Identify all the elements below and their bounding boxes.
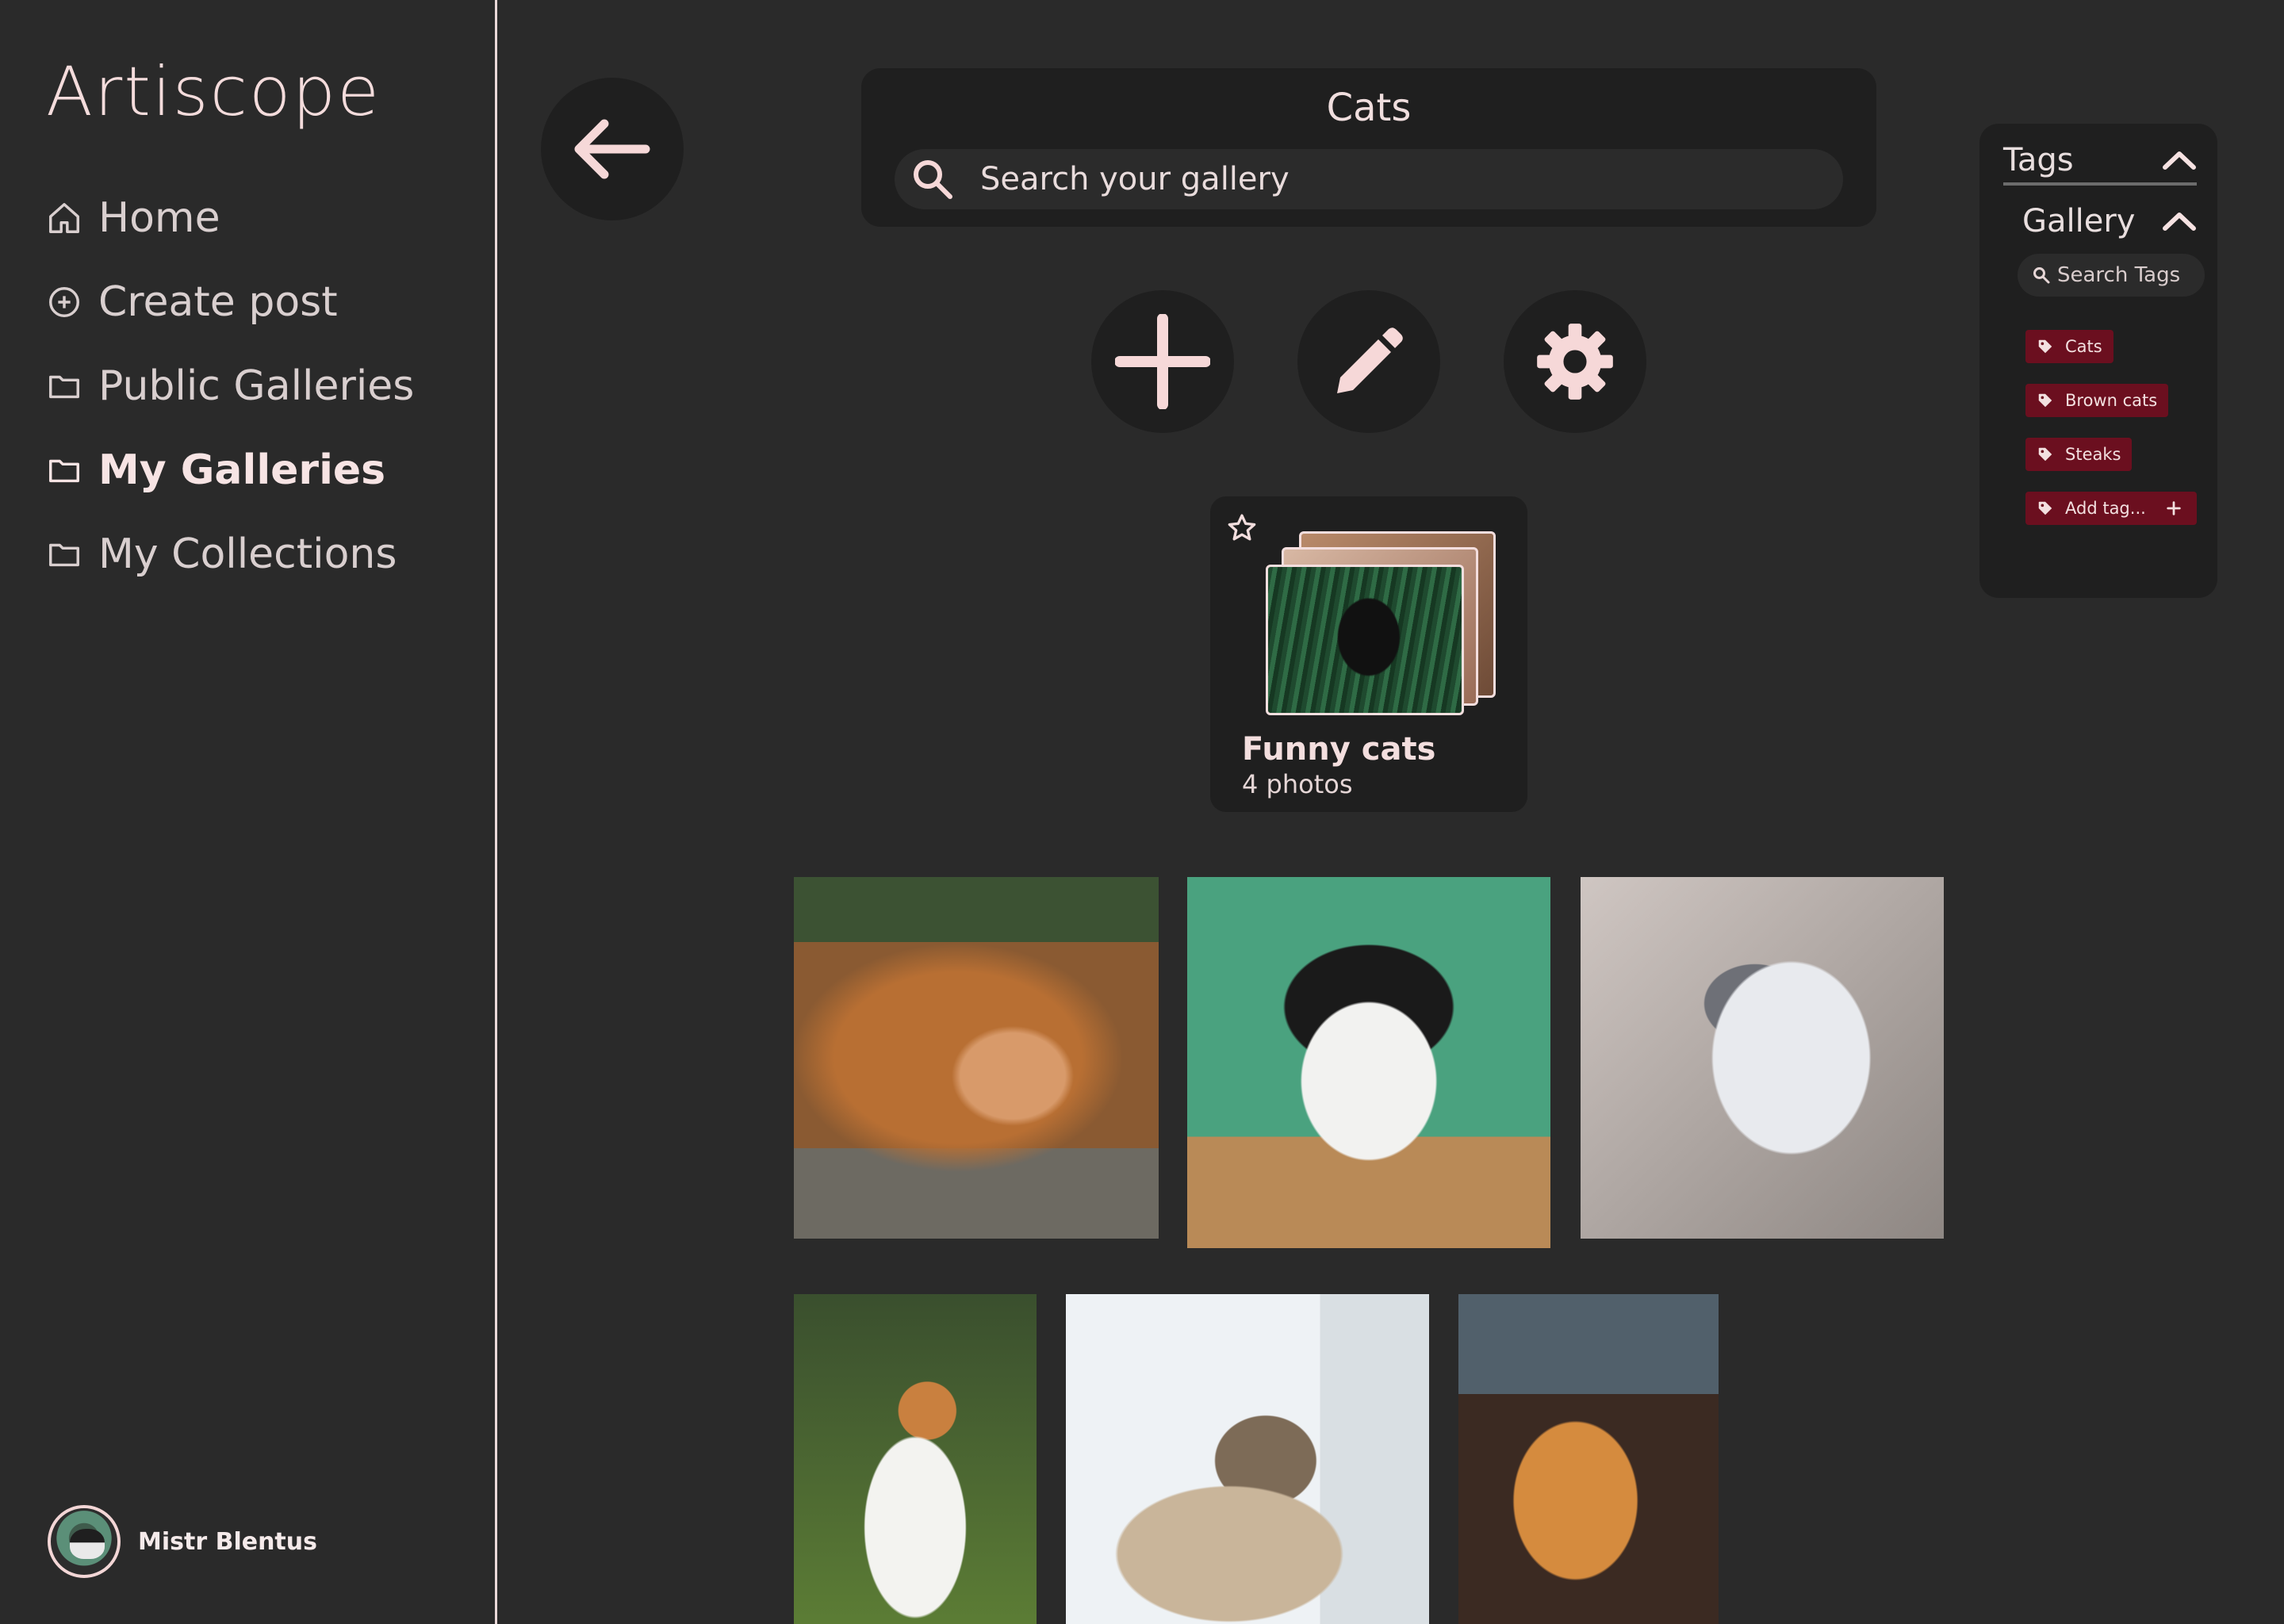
avatar[interactable] [48,1505,121,1578]
username: Mistr Blentus [138,1527,317,1556]
add-tag-label: Add tag... [2065,499,2146,518]
subgallery-thumbnails [1266,531,1496,722]
back-arrow-icon [574,119,650,179]
tag-icon [2038,447,2052,462]
photo-item[interactable] [1581,877,1944,1239]
gallery-section-title: Gallery [2022,203,2136,239]
photo-item[interactable] [794,877,1159,1239]
tags-panel: Tags Gallery Cats B [1979,124,2217,598]
sidebar-item-home[interactable]: Home [46,176,414,260]
chevron-up-icon[interactable] [2162,148,2197,172]
star-icon[interactable] [1226,512,1258,544]
photo-item[interactable] [1187,877,1550,1248]
photo-item[interactable] [1458,1294,1719,1624]
settings-button[interactable] [1504,290,1646,433]
search-icon [2033,267,2050,284]
tag-icon [2038,339,2052,354]
gallery-header: Cats [861,68,1876,227]
tag-label: Cats [2065,337,2102,356]
sidebar-nav: Home Create post Public Galleries My Gal… [46,176,414,596]
gallery-section-header[interactable]: Gallery [2022,195,2197,247]
sidebar-item-label: My Collections [98,530,397,578]
tags-title: Tags [2003,142,2074,178]
sidebar-item-create-post[interactable]: Create post [46,260,414,344]
tag-icon [2038,393,2052,408]
user-profile[interactable]: Mistr Blentus [48,1505,317,1578]
home-icon [49,203,79,233]
folder-icon [49,375,79,399]
thumbnail [1266,565,1464,715]
pencil-icon [1337,327,1403,393]
folder-icon [49,459,79,483]
tag-chip[interactable]: Steaks [2025,438,2133,471]
tag-search[interactable] [2018,254,2205,297]
sidebar: Artiscope Home Create post Public Galler… [0,0,497,1624]
tag-label: Steaks [2065,445,2121,464]
plus-icon [1115,314,1210,409]
search-input[interactable] [980,149,1843,209]
sidebar-item-public-galleries[interactable]: Public Galleries [46,344,414,428]
tags-header[interactable]: Tags [2003,138,2197,186]
tag-chip[interactable]: Brown cats [2025,384,2169,417]
subgallery-title: Funny cats [1242,731,1436,768]
sidebar-item-label: My Galleries [98,446,386,494]
add-button[interactable] [1091,290,1234,433]
subgallery-count: 4 photos [1242,769,1353,799]
chevron-up-icon[interactable] [2162,209,2197,233]
tag-label: Brown cats [2065,391,2158,410]
sidebar-item-label: Create post [98,278,338,326]
search-icon [914,160,952,199]
subgallery-card[interactable]: Funny cats 4 photos [1210,496,1527,812]
page-title: Cats [1326,86,1412,130]
gallery-search[interactable] [895,149,1843,209]
app-root: Artiscope Home Create post Public Galler… [0,0,2284,1624]
tag-chip[interactable]: Cats [2025,330,2113,363]
plus-icon[interactable] [2165,500,2182,517]
sidebar-item-label: Public Galleries [98,362,415,410]
folder-icon [49,543,79,567]
add-tag-chip[interactable]: Add tag... [2025,492,2197,525]
sidebar-item-my-galleries[interactable]: My Galleries [46,428,414,512]
photo-item[interactable] [794,1294,1037,1624]
tag-icon [2038,501,2052,515]
tag-search-input[interactable] [2057,263,2205,287]
back-button[interactable] [541,78,684,220]
edit-button[interactable] [1297,290,1440,433]
sidebar-item-my-collections[interactable]: My Collections [46,512,414,596]
plus-circle-icon [49,287,79,317]
gear-icon [1537,324,1613,400]
app-logo[interactable]: Artiscope [46,52,381,132]
photo-item[interactable] [1066,1294,1429,1624]
sidebar-item-label: Home [98,194,220,242]
